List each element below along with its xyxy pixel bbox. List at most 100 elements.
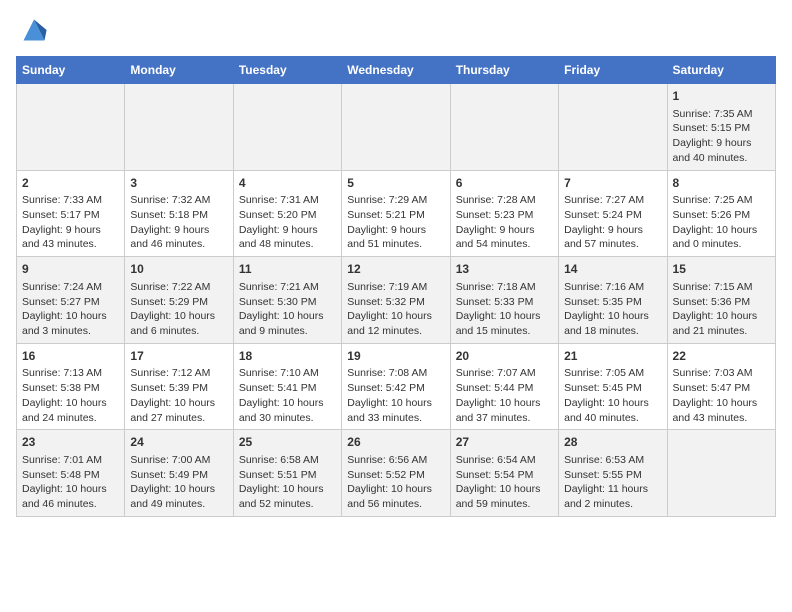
day-info: Daylight: 10 hours and 21 minutes. — [673, 309, 770, 338]
day-info: Sunset: 5:54 PM — [456, 468, 553, 483]
day-info: Sunset: 5:52 PM — [347, 468, 444, 483]
day-number: 15 — [673, 261, 770, 278]
calendar-week-row: 2Sunrise: 7:33 AMSunset: 5:17 PM Daylight… — [17, 170, 776, 257]
day-info: Sunrise: 7:03 AM — [673, 366, 770, 381]
calendar-cell: 19Sunrise: 7:08 AMSunset: 5:42 PMDayligh… — [342, 343, 450, 430]
calendar-cell: 13Sunrise: 7:18 AMSunset: 5:33 PMDayligh… — [450, 257, 558, 344]
day-info: Sunrise: 7:01 AM — [22, 453, 119, 468]
day-info: Sunrise: 7:16 AM — [564, 280, 661, 295]
day-info: Sunset: 5:15 PM — [673, 121, 770, 136]
day-info: Sunrise: 6:56 AM — [347, 453, 444, 468]
day-number: 18 — [239, 348, 336, 365]
weekday-header-row: SundayMondayTuesdayWednesdayThursdayFrid… — [17, 57, 776, 84]
day-info: Daylight: 10 hours and 33 minutes. — [347, 396, 444, 425]
day-info: Sunset: 5:23 PM — [456, 208, 553, 223]
day-info: Sunset: 5:27 PM — [22, 295, 119, 310]
calendar-cell: 28Sunrise: 6:53 AMSunset: 5:55 PMDayligh… — [559, 430, 667, 517]
calendar-cell: 22Sunrise: 7:03 AMSunset: 5:47 PMDayligh… — [667, 343, 775, 430]
calendar-week-row: 16Sunrise: 7:13 AMSunset: 5:38 PMDayligh… — [17, 343, 776, 430]
day-info: Sunset: 5:49 PM — [130, 468, 227, 483]
page-header — [16, 16, 776, 44]
calendar-cell: 6Sunrise: 7:28 AMSunset: 5:23 PMDaylight… — [450, 170, 558, 257]
calendar-cell: 11Sunrise: 7:21 AMSunset: 5:30 PMDayligh… — [233, 257, 341, 344]
calendar-cell: 14 Sunrise: 7:16 AMSunset: 5:35 PMDayligh… — [559, 257, 667, 344]
day-info: Daylight: 10 hours and 30 minutes. — [239, 396, 336, 425]
day-number: 23 — [22, 434, 119, 451]
day-info: Daylight: 10 hours and 56 minutes. — [347, 482, 444, 511]
day-info: Daylight: 10 hours and 40 minutes. — [564, 396, 661, 425]
day-info: Daylight: 10 hours and 18 minutes. — [564, 309, 661, 338]
day-info: Sunrise: 7:31 AM — [239, 193, 336, 208]
day-info: Sunset: 5:24 PM — [564, 208, 661, 223]
day-info: Sunset: 5:36 PM — [673, 295, 770, 310]
day-number: 11 — [239, 261, 336, 278]
day-number: 5 — [347, 175, 444, 192]
calendar-cell: 26Sunrise: 6:56 AMSunset: 5:52 PMDayligh… — [342, 430, 450, 517]
day-info: Sunrise: 7:24 AM — [22, 280, 119, 295]
day-info: Daylight: 11 hours and 2 minutes. — [564, 482, 661, 511]
day-number: 17 — [130, 348, 227, 365]
weekday-header-monday: Monday — [125, 57, 233, 84]
day-info: Daylight: 10 hours and 37 minutes. — [456, 396, 553, 425]
calendar-cell — [559, 84, 667, 171]
day-number: 9 — [22, 261, 119, 278]
day-info: Daylight: 9 hours and 51 minutes. — [347, 223, 444, 252]
day-info: Sunrise: 6:53 AM — [564, 453, 661, 468]
day-number: 2 — [22, 175, 119, 192]
calendar-cell: 16Sunrise: 7:13 AMSunset: 5:38 PMDayligh… — [17, 343, 125, 430]
day-info: Daylight: 10 hours and 6 minutes. — [130, 309, 227, 338]
day-info: Sunrise: 7:07 AM — [456, 366, 553, 381]
day-info: Daylight: 10 hours and 46 minutes. — [22, 482, 119, 511]
day-info: Sunset: 5:44 PM — [456, 381, 553, 396]
day-number: 27 — [456, 434, 553, 451]
day-info: Sunrise: 7:21 AM — [239, 280, 336, 295]
day-number: 19 — [347, 348, 444, 365]
day-info: Sunrise: 6:58 AM — [239, 453, 336, 468]
weekday-header-tuesday: Tuesday — [233, 57, 341, 84]
day-number: 1 — [673, 88, 770, 105]
day-number: 25 — [239, 434, 336, 451]
day-info: Sunrise: 7:00 AM — [130, 453, 227, 468]
day-info: Daylight: 10 hours and 0 minutes. — [673, 223, 770, 252]
calendar-cell: 23Sunrise: 7:01 AMSunset: 5:48 PMDayligh… — [17, 430, 125, 517]
day-info: Sunset: 5:17 PM — [22, 208, 119, 223]
day-number: 12 — [347, 261, 444, 278]
calendar-cell: 1Sunrise: 7:35 AMSunset: 5:15 PMDaylight… — [667, 84, 775, 171]
day-info: Daylight: 9 hours and 48 minutes. — [239, 223, 336, 252]
calendar-cell: 3Sunrise: 7:32 AMSunset: 5:18 PMDaylight… — [125, 170, 233, 257]
logo — [16, 16, 48, 44]
day-number: 8 — [673, 175, 770, 192]
day-info: Daylight: 10 hours and 52 minutes. — [239, 482, 336, 511]
day-info: Sunrise: 7:10 AM — [239, 366, 336, 381]
day-info: Sunrise: 7:28 AM — [456, 193, 553, 208]
day-info: Sunset: 5:39 PM — [130, 381, 227, 396]
weekday-header-thursday: Thursday — [450, 57, 558, 84]
calendar-cell — [233, 84, 341, 171]
calendar-cell: 5Sunrise: 7:29 AMSunset: 5:21 PMDaylight… — [342, 170, 450, 257]
day-info: Daylight: 9 hours and 57 minutes. — [564, 223, 661, 252]
day-info: Daylight: 10 hours and 15 minutes. — [456, 309, 553, 338]
day-number: 10 — [130, 261, 227, 278]
calendar-cell: 8Sunrise: 7:25 AMSunset: 5:26 PMDaylight… — [667, 170, 775, 257]
calendar-cell: 2Sunrise: 7:33 AMSunset: 5:17 PMDaylight… — [17, 170, 125, 257]
calendar-cell — [667, 430, 775, 517]
day-info: Sunrise: 7:27 AM — [564, 193, 661, 208]
day-info: Sunset: 5:30 PM — [239, 295, 336, 310]
calendar-cell — [17, 84, 125, 171]
day-info: Sunset: 5:21 PM — [347, 208, 444, 223]
calendar-week-row: 1Sunrise: 7:35 AMSunset: 5:15 PMDaylight… — [17, 84, 776, 171]
day-info: Daylight: 10 hours and 27 minutes. — [130, 396, 227, 425]
day-info: Sunrise: 7:33 AM — [22, 193, 119, 208]
calendar-cell — [125, 84, 233, 171]
day-info: Daylight: 9 hours and 46 minutes. — [130, 223, 227, 252]
day-number: 14 — [564, 261, 661, 278]
weekday-header-sunday: Sunday — [17, 57, 125, 84]
calendar-cell: 10Sunrise: 7:22 AMSunset: 5:29 PMDayligh… — [125, 257, 233, 344]
weekday-header-wednesday: Wednesday — [342, 57, 450, 84]
day-info: Sunrise: 7:29 AM — [347, 193, 444, 208]
day-info: Sunset: 5:35 PM — [564, 295, 661, 310]
day-info: Daylight: 10 hours and 3 minutes. — [22, 309, 119, 338]
calendar-cell: 24Sunrise: 7:00 AMSunset: 5:49 PMDayligh… — [125, 430, 233, 517]
calendar-cell: 17Sunrise: 7:12 AMSunset: 5:39 PMDayligh… — [125, 343, 233, 430]
day-info: Sunrise: 7:15 AM — [673, 280, 770, 295]
